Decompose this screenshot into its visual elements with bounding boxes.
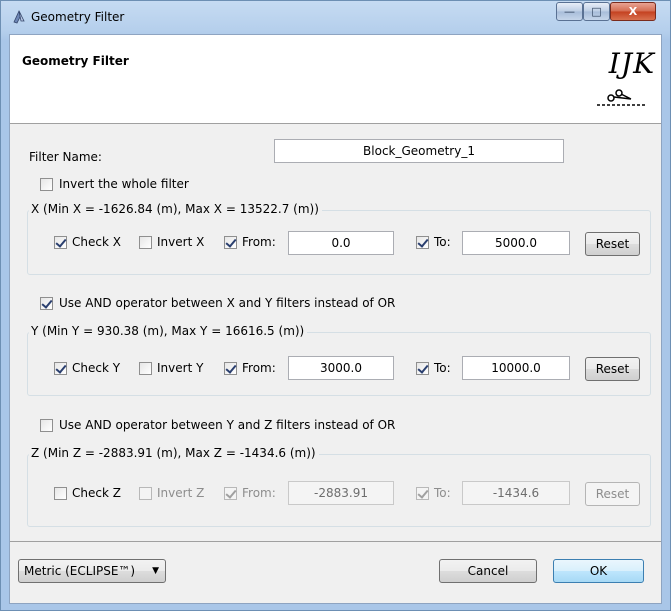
unit-system-value: Metric (ECLIPSE™) (24, 564, 136, 578)
reset-x-button[interactable]: Reset (585, 232, 640, 256)
maximize-button[interactable]: □ (583, 2, 610, 21)
close-button[interactable]: X (610, 2, 656, 21)
ijk-logo: IJK (591, 47, 655, 113)
check-x-label: Check X (72, 235, 121, 249)
and-yz-checkbox[interactable] (40, 419, 53, 432)
cancel-button[interactable]: Cancel (439, 559, 537, 583)
invert-z-label: Invert Z (157, 486, 205, 500)
check-z-label: Check Z (72, 486, 121, 500)
scissors-icon (597, 89, 647, 106)
check-y-checkbox[interactable] (54, 362, 67, 375)
maximize-icon: □ (591, 5, 602, 18)
and-xy-checkbox[interactable] (40, 297, 53, 310)
filter-name-label: Filter Name: (29, 150, 102, 164)
dialog-window: Geometry Filter — □ X Geometry Filter IJ… (0, 0, 671, 611)
from-z-checkbox[interactable] (224, 487, 237, 500)
ok-button[interactable]: OK (553, 559, 644, 583)
invert-whole-label: Invert the whole filter (59, 177, 189, 191)
logo-text: IJK (608, 47, 655, 80)
check-z-checkbox[interactable] (54, 487, 67, 500)
invert-x-checkbox[interactable] (139, 236, 152, 249)
to-y-input[interactable]: 10000.0 (462, 356, 570, 380)
and-yz-label: Use AND operator between Y and Z filters… (59, 418, 396, 432)
to-x-input[interactable]: 5000.0 (462, 231, 570, 255)
minimize-icon: — (564, 5, 575, 18)
title-bar[interactable]: Geometry Filter — □ X (1, 1, 670, 34)
header-title: Geometry Filter (22, 54, 129, 68)
to-z-checkbox[interactable] (416, 487, 429, 500)
z-group-title: Z (Min Z = -2883.91 (m), Max Z = -1434.6… (29, 446, 319, 460)
invert-z-checkbox[interactable] (139, 487, 152, 500)
from-x-input[interactable]: 0.0 (288, 231, 394, 255)
to-x-checkbox[interactable] (416, 236, 429, 249)
from-x-label: From: (242, 235, 276, 249)
check-x-checkbox[interactable] (54, 236, 67, 249)
minimize-button[interactable]: — (556, 2, 583, 21)
invert-whole-checkbox[interactable] (40, 178, 53, 191)
window-title: Geometry Filter (31, 10, 125, 24)
to-x-label: To: (434, 235, 451, 249)
from-x-checkbox[interactable] (224, 236, 237, 249)
app-icon (13, 10, 25, 24)
to-z-input[interactable]: -1434.6 (462, 481, 570, 505)
and-xy-label: Use AND operator between X and Y filters… (59, 296, 396, 310)
from-y-checkbox[interactable] (224, 362, 237, 375)
dialog-header: Geometry Filter IJK (10, 35, 661, 124)
reset-z-button[interactable]: Reset (585, 482, 640, 506)
footer-divider (10, 541, 661, 542)
close-icon: X (628, 5, 638, 18)
from-z-input[interactable]: -2883.91 (288, 481, 394, 505)
filter-name-input[interactable]: Block_Geometry_1 (274, 139, 564, 163)
unit-system-select[interactable]: Metric (ECLIPSE™) ▼ (18, 559, 168, 583)
dialog-body: Geometry Filter IJK Filter Name: Block_G… (9, 34, 662, 604)
from-z-label: From: (242, 486, 276, 500)
x-group-title: X (Min X = -1626.84 (m), Max X = 13522.7… (29, 202, 322, 216)
from-y-input[interactable]: 3000.0 (288, 356, 394, 380)
from-y-label: From: (242, 361, 276, 375)
invert-x-label: Invert X (157, 235, 205, 249)
to-y-label: To: (434, 361, 451, 375)
to-y-checkbox[interactable] (416, 362, 429, 375)
y-group-title: Y (Min Y = 930.38 (m), Max Y = 16616.5 (… (29, 324, 308, 338)
unit-system-combo[interactable]: Metric (ECLIPSE™) ▼ (18, 559, 166, 583)
invert-y-label: Invert Y (157, 361, 204, 375)
chevron-down-icon: ▼ (152, 566, 159, 576)
invert-y-checkbox[interactable] (139, 362, 152, 375)
check-y-label: Check Y (72, 361, 121, 375)
reset-y-button[interactable]: Reset (585, 357, 640, 381)
to-z-label: To: (434, 486, 451, 500)
